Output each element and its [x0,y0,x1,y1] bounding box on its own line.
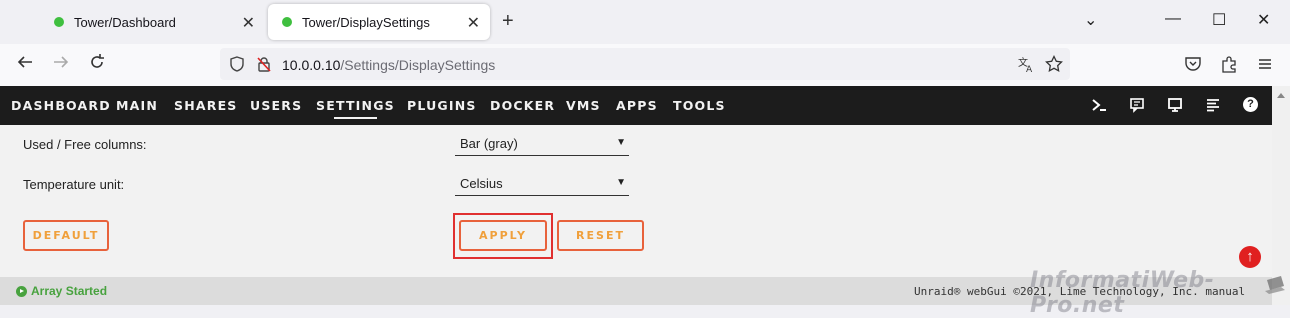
tab-title: Tower/DisplaySettings [302,14,430,30]
maximize-button[interactable]: ☐ [1212,10,1226,30]
menu-docker[interactable]: DOCKER [490,98,555,113]
menu-plugins[interactable]: PLUGINS [407,98,477,113]
array-status: Array Started [16,284,107,298]
tab-status-dot-icon [54,17,64,27]
used-free-columns-value: Bar (gray) [460,136,518,151]
hamburger-menu-icon[interactable] [1256,55,1274,78]
shield-icon[interactable] [229,56,245,77]
minimize-button[interactable]: — [1165,10,1181,28]
reload-button[interactable] [88,53,106,76]
array-status-text: Array Started [31,284,108,298]
tab-dashboard[interactable]: Tower/Dashboard ✕ [40,4,265,40]
temperature-unit-select[interactable]: Celsius ▼ [455,172,629,196]
temperature-unit-value: Celsius [460,176,503,191]
reload-icon [91,54,104,68]
tab-close-icon[interactable]: ✕ [467,13,480,33]
menu-vms[interactable]: VMS [566,98,601,113]
back-button[interactable] [16,53,34,76]
log-icon[interactable] [1205,97,1221,116]
dropdown-arrow-icon: ▼ [616,137,626,148]
help-icon[interactable]: ? [1243,97,1258,112]
settings-content [0,125,1272,277]
watermark-logo: InformatiWeb-Pro.net [1030,268,1215,318]
menu-shares[interactable]: SHARES [174,98,238,113]
used-free-columns-label: Used / Free columns: [23,137,147,152]
translate-icon[interactable]: 文A [1017,55,1035,78]
main-menu-bar: DASHBOARD MAIN SHARES USERS SETTINGS PLU… [0,86,1272,125]
back-arrow-icon [17,56,32,68]
insecure-lock-icon[interactable] [256,56,272,77]
scroll-up-icon[interactable] [1277,92,1285,98]
url-host: 10.0.0.10 [282,57,341,73]
url-text[interactable]: 10.0.0.10/Settings/DisplaySettings [282,57,495,73]
tab-title: Tower/Dashboard [74,14,176,30]
tab-close-icon[interactable]: ✕ [242,13,255,33]
scroll-to-top-icon[interactable]: ↑ [1239,246,1261,268]
pocket-icon[interactable] [1184,55,1202,78]
laptop-logo-icon [1262,272,1288,298]
menu-main[interactable]: MAIN [116,98,158,113]
apply-button[interactable]: APPLY [459,220,547,251]
monitor-icon[interactable] [1167,97,1183,116]
feedback-icon[interactable] [1129,97,1145,116]
menu-tools[interactable]: TOOLS [673,98,726,113]
terminal-icon[interactable] [1091,97,1107,116]
menu-settings[interactable]: SETTINGS [316,98,395,119]
default-button[interactable]: DEFAULT [23,220,109,251]
menu-users[interactable]: USERS [250,98,302,113]
temperature-unit-label: Temperature unit: [23,177,125,192]
new-tab-button[interactable]: + [502,10,514,33]
extensions-icon[interactable] [1220,55,1238,78]
svg-text:A: A [1026,65,1033,73]
url-path: /Settings/DisplaySettings [340,57,496,73]
play-circle-icon [16,285,27,297]
used-free-columns-select[interactable]: Bar (gray) ▼ [455,132,629,156]
forward-button[interactable] [52,53,70,76]
browser-tab-strip: Tower/Dashboard ✕ Tower/DisplaySettings … [0,0,1290,44]
forward-arrow-icon [54,56,69,68]
reset-button[interactable]: RESET [557,220,644,251]
tab-display-settings[interactable]: Tower/DisplaySettings ✕ [268,4,490,40]
menu-dashboard[interactable]: DASHBOARD [11,98,111,113]
tab-list-chevron-icon[interactable]: ⌄ [1084,10,1097,30]
menu-apps[interactable]: APPS [616,98,658,113]
tab-status-dot-icon [282,17,292,27]
dropdown-arrow-icon: ▼ [616,177,626,188]
bookmark-star-icon[interactable] [1045,54,1063,78]
window-close-button[interactable]: ✕ [1257,10,1270,30]
